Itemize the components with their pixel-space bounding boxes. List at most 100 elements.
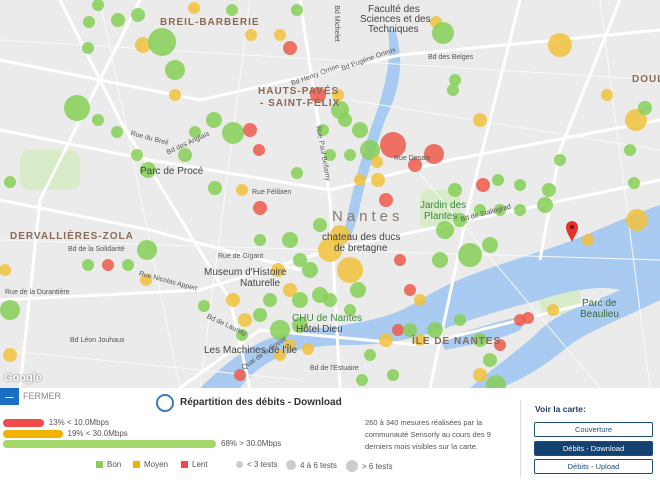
measurement-circle[interactable]: [165, 60, 185, 80]
measurement-circle[interactable]: [404, 284, 416, 296]
measurement-circle[interactable]: [291, 4, 303, 16]
measurement-circle[interactable]: [483, 353, 497, 367]
measurement-circle[interactable]: [432, 22, 454, 44]
measurement-circle[interactable]: [379, 193, 393, 207]
measurement-circle[interactable]: [638, 101, 652, 115]
couverture-button[interactable]: Couverture: [534, 422, 653, 437]
measurement-circle[interactable]: [283, 41, 297, 55]
measurement-circle[interactable]: [253, 144, 265, 156]
measurement-circle[interactable]: [403, 323, 417, 337]
measurement-circle[interactable]: [628, 177, 640, 189]
measurement-circle[interactable]: [394, 254, 406, 266]
close-button[interactable]: –: [0, 388, 19, 405]
measurement-circle[interactable]: [338, 113, 352, 127]
measurement-circle[interactable]: [522, 312, 534, 324]
measurement-circle[interactable]: [83, 16, 95, 28]
measurement-circle[interactable]: [414, 294, 426, 306]
measurement-circle[interactable]: [473, 113, 487, 127]
measurement-circle[interactable]: [364, 349, 376, 361]
measurement-circle[interactable]: [302, 343, 314, 355]
measurement-circle[interactable]: [473, 368, 487, 382]
measurement-circle[interactable]: [188, 2, 200, 14]
measurement-circle[interactable]: [582, 234, 594, 246]
measurement-circle[interactable]: [449, 74, 461, 86]
bar-good: [3, 440, 216, 448]
measurement-circle[interactable]: [354, 174, 366, 186]
legend-small: < 3 tests: [236, 460, 277, 469]
close-label[interactable]: FERMER: [23, 391, 61, 401]
measurement-circle[interactable]: [0, 300, 20, 320]
measurement-circle[interactable]: [458, 243, 482, 267]
measurement-circle[interactable]: [371, 173, 385, 187]
measurement-circle[interactable]: [379, 333, 393, 347]
measurement-circle[interactable]: [482, 237, 498, 253]
measurement-circle[interactable]: [547, 304, 559, 316]
measurement-circle[interactable]: [292, 292, 308, 308]
measurement-circle[interactable]: [64, 95, 90, 121]
measurement-circle[interactable]: [226, 4, 238, 16]
poi-label: Museum d'Histoire: [204, 267, 287, 278]
measurement-circle[interactable]: [236, 184, 248, 196]
measurement-circle[interactable]: [356, 374, 368, 386]
measurement-circle[interactable]: [263, 293, 277, 307]
measurement-circle[interactable]: [282, 232, 298, 248]
measurement-circle[interactable]: [448, 183, 462, 197]
measurement-circle[interactable]: [554, 154, 566, 166]
measurement-circle[interactable]: [208, 181, 222, 195]
measurement-circle[interactable]: [102, 259, 114, 271]
measurement-circle[interactable]: [253, 201, 267, 215]
measurement-circle[interactable]: [0, 264, 11, 276]
debits-download-button[interactable]: Débits - Download: [534, 441, 653, 456]
measurement-circle[interactable]: [198, 300, 210, 312]
measurement-circle[interactable]: [253, 308, 267, 322]
measurement-circle[interactable]: [254, 234, 266, 246]
measurement-circle[interactable]: [206, 112, 222, 128]
measurement-circle[interactable]: [337, 257, 363, 283]
measurement-circle[interactable]: [243, 123, 257, 137]
measurement-circle[interactable]: [447, 84, 459, 96]
measurement-circle[interactable]: [323, 293, 337, 307]
measurement-circle[interactable]: [291, 167, 303, 179]
measurement-circle[interactable]: [350, 282, 366, 298]
measurement-circle[interactable]: [148, 28, 176, 56]
measurement-circle[interactable]: [542, 183, 556, 197]
measurement-circle[interactable]: [302, 262, 318, 278]
measurement-circle[interactable]: [111, 13, 125, 27]
measurement-circle[interactable]: [387, 369, 399, 381]
measurement-circle[interactable]: [82, 259, 94, 271]
measurement-circle[interactable]: [4, 176, 16, 188]
measurement-circle[interactable]: [392, 324, 404, 336]
measurement-circle[interactable]: [514, 204, 526, 216]
measurement-circle[interactable]: [137, 240, 157, 260]
measurement-circle[interactable]: [313, 218, 327, 232]
measurement-circle[interactable]: [226, 293, 240, 307]
measurement-circle[interactable]: [274, 29, 286, 41]
measurement-circle[interactable]: [169, 89, 181, 101]
measurement-circle[interactable]: [352, 122, 368, 138]
measurement-circle[interactable]: [111, 126, 123, 138]
measurement-circle[interactable]: [3, 348, 17, 362]
measurement-circle[interactable]: [626, 209, 648, 231]
measurement-circle[interactable]: [548, 33, 572, 57]
measurement-circle[interactable]: [436, 221, 454, 239]
measurement-circle[interactable]: [601, 89, 613, 101]
measurement-circle[interactable]: [624, 144, 636, 156]
measurement-circle[interactable]: [492, 174, 504, 186]
measurement-circle[interactable]: [537, 197, 553, 213]
measurement-circle[interactable]: [92, 114, 104, 126]
measurement-circle[interactable]: [245, 29, 257, 41]
debits-upload-button[interactable]: Débits - Upload: [534, 459, 653, 474]
measurement-circle[interactable]: [222, 122, 244, 144]
measurement-circle[interactable]: [238, 313, 252, 327]
measurement-circle[interactable]: [432, 252, 448, 268]
measurement-circle[interactable]: [371, 156, 383, 168]
measurement-circle[interactable]: [454, 314, 466, 326]
map[interactable]: BREIL-BARBERIE HAUTS-PAVÉS - SAINT-FÉLIX…: [0, 0, 660, 388]
measurement-circle[interactable]: [514, 179, 526, 191]
measurement-circle[interactable]: [476, 178, 490, 192]
measurement-circle[interactable]: [82, 42, 94, 54]
measurement-circle[interactable]: [344, 149, 356, 161]
measurement-circle[interactable]: [131, 149, 143, 161]
measurement-circle[interactable]: [122, 259, 134, 271]
measurement-circle[interactable]: [131, 8, 145, 22]
